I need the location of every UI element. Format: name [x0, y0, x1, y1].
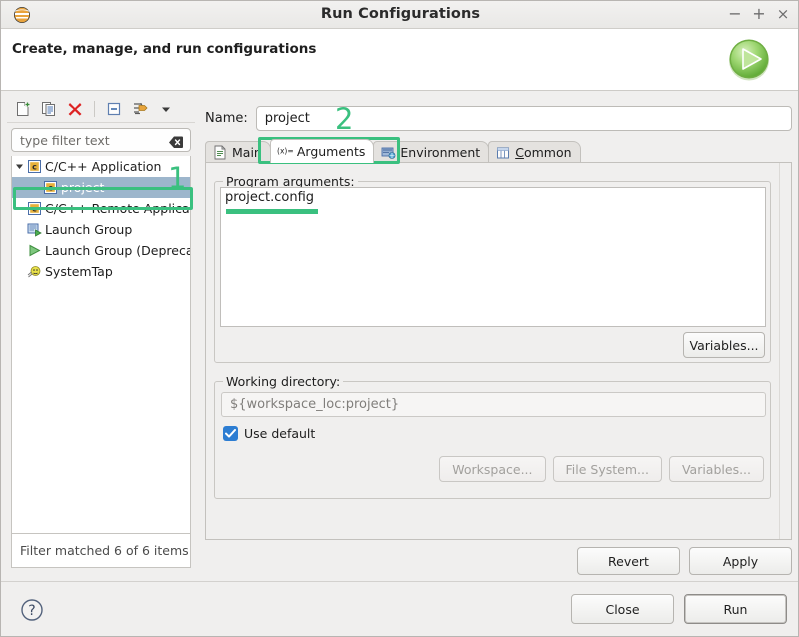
revert-button[interactable]: Revert: [577, 547, 680, 575]
tree-item-label: C/C++ Application: [45, 159, 162, 174]
c-application-icon: c: [42, 180, 58, 196]
arguments-xeq-icon: (x)=: [277, 144, 293, 159]
workspace-button[interactable]: Workspace...: [439, 456, 546, 482]
window-controls: − + ×: [724, 3, 794, 25]
configurations-tree[interactable]: c C/C++ Application c project c C/C++ Re…: [11, 156, 191, 534]
delete-icon[interactable]: [65, 99, 85, 119]
close-button[interactable]: Close: [571, 594, 674, 624]
filter-placeholder: type filter text: [20, 133, 110, 148]
svg-text:?: ?: [28, 603, 35, 619]
tab-environment[interactable]: Environment: [373, 141, 490, 163]
systemtap-icon: [26, 264, 42, 280]
revert-apply-row: Revert Apply: [577, 547, 792, 575]
program-arguments-highlight: [226, 209, 318, 214]
tree-item-label: Launch Group: [45, 222, 133, 237]
file-system-button[interactable]: File System...: [552, 456, 662, 482]
tree-item-c-cpp-remote-application[interactable]: c C/C++ Remote Application: [12, 198, 190, 219]
title-bar: Run Configurations − + ×: [1, 1, 798, 29]
dialog-header: Create, manage, and run configurations: [1, 29, 798, 91]
c-application-icon: c: [26, 159, 42, 175]
use-default-label: Use default: [244, 426, 316, 441]
filter-icon[interactable]: [130, 99, 150, 119]
footer-buttons: Close Run: [571, 594, 787, 624]
arguments-tab-content: Program arguments: project.config Variab…: [205, 162, 792, 540]
environment-icon: [380, 145, 396, 160]
tree-item-label: SystemTap: [45, 264, 113, 279]
new-launch-configuration-icon[interactable]: [13, 99, 33, 119]
tree-item-c-cpp-application[interactable]: c C/C++ Application: [12, 156, 190, 177]
expand-arrow-icon[interactable]: [12, 162, 26, 171]
run-button[interactable]: Run: [684, 594, 787, 624]
tab-label: Main: [232, 145, 262, 160]
run-green-play-icon: [722, 31, 778, 87]
minimize-button[interactable]: −: [724, 3, 746, 25]
svg-text:c: c: [48, 184, 53, 193]
svg-text:(x)=: (x)=: [277, 147, 293, 156]
use-default-checkbox[interactable]: [223, 426, 238, 441]
window-title: Run Configurations: [320, 6, 481, 22]
tab-content-scrollbar[interactable]: [779, 163, 791, 539]
tab-main[interactable]: Main: [205, 141, 271, 163]
launch-group-icon: [26, 222, 42, 238]
tab-label-rest: ommon: [523, 145, 572, 160]
filter-status-text: Filter matched 6 of 6 items: [11, 534, 191, 568]
program-arguments-variables-button[interactable]: Variables...: [683, 332, 765, 358]
svg-text:c: c: [32, 205, 37, 214]
common-table-icon: [495, 145, 511, 160]
name-row: Name: project: [205, 105, 792, 131]
tab-bar: Main (x)= Arguments Environment Common: [205, 139, 792, 163]
view-menu-chevron-icon[interactable]: [156, 99, 176, 119]
name-input[interactable]: project: [255, 105, 792, 131]
tab-label-mnemonic: C: [515, 145, 524, 160]
program-arguments-group: Program arguments: project.config Variab…: [214, 174, 771, 363]
tab-arguments[interactable]: (x)= Arguments: [269, 139, 375, 163]
working-directory-variables-button[interactable]: Variables...: [668, 456, 764, 482]
use-default-checkbox-row[interactable]: Use default: [223, 426, 315, 441]
tab-label: Arguments: [296, 144, 366, 159]
maximize-button[interactable]: +: [748, 3, 770, 25]
tree-toolbar: [7, 95, 195, 123]
dialog-content: type filter text c C/C++ Application c p…: [1, 91, 798, 581]
c-application-icon: c: [26, 201, 42, 217]
help-question-icon[interactable]: ?: [19, 597, 45, 623]
tab-label: Environment: [400, 145, 481, 160]
duplicate-icon[interactable]: [39, 99, 59, 119]
tab-label: Common: [515, 145, 571, 160]
tree-item-launch-group[interactable]: Launch Group: [12, 219, 190, 240]
arguments-tab-inner: Program arguments: project.config Variab…: [206, 163, 781, 539]
tree-item-label: project: [61, 180, 105, 195]
collapse-all-icon[interactable]: [104, 99, 124, 119]
tree-item-label: C/C++ Remote Application: [45, 201, 190, 216]
header-title: Create, manage, and run configurations: [12, 41, 317, 57]
tree-item-systemtap[interactable]: SystemTap: [12, 261, 190, 282]
tree-item-launch-group-deprecated[interactable]: Launch Group (Deprecated): [12, 240, 190, 261]
program-arguments-textarea[interactable]: project.config: [220, 187, 766, 327]
main-document-icon: [212, 145, 228, 160]
clear-field-icon[interactable]: [169, 134, 183, 148]
working-directory-group: Working directory: ${workspace_loc:proje…: [214, 374, 771, 499]
svg-text:c: c: [32, 163, 37, 172]
toolbar-separator: [94, 100, 95, 117]
dialog-footer: ? Close Run: [1, 581, 798, 636]
apply-button[interactable]: Apply: [689, 547, 792, 575]
configuration-editor-panel: Name: project Main (x)= Arguments Enviro…: [203, 95, 794, 575]
tree-item-project[interactable]: c project: [12, 177, 190, 198]
working-directory-label: Working directory:: [223, 374, 344, 389]
working-directory-buttons: Workspace... File System... Variables...: [439, 456, 764, 482]
name-label: Name:: [205, 110, 248, 126]
launch-group-deprecated-icon: [26, 243, 42, 259]
program-arguments-value: project.config: [225, 190, 315, 205]
tab-common[interactable]: Common: [488, 141, 581, 163]
configurations-panel: type filter text c C/C++ Application c p…: [7, 95, 195, 573]
search-input[interactable]: type filter text: [11, 128, 191, 152]
checkmark-icon: [225, 429, 236, 438]
run-configurations-dialog: Run Configurations − + × Create, manage,…: [0, 0, 799, 637]
working-directory-input[interactable]: ${workspace_loc:project}: [221, 392, 766, 417]
close-icon[interactable]: ×: [772, 3, 794, 25]
tree-item-label: Launch Group (Deprecated): [45, 243, 190, 258]
